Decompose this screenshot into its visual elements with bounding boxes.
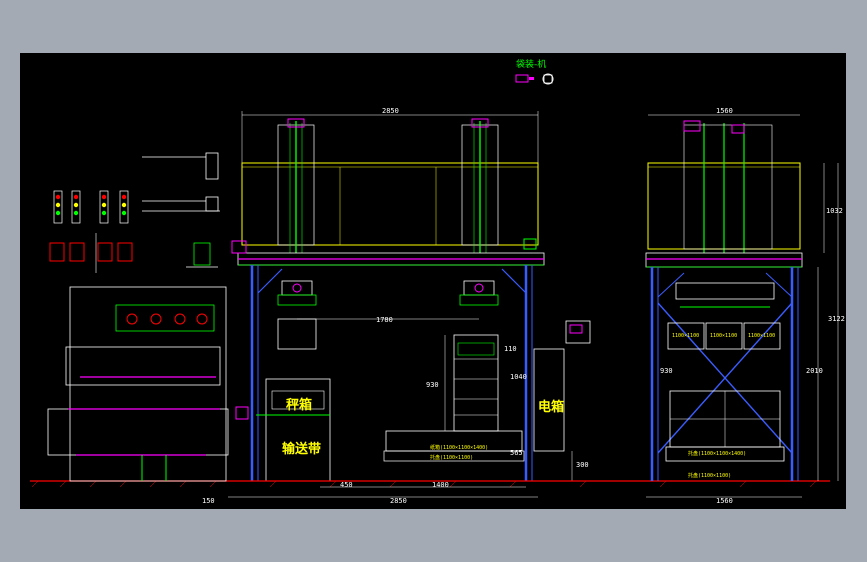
left-detail (47, 152, 229, 482)
legend-symbol-a (515, 74, 529, 83)
box-stack (453, 334, 499, 432)
plan-wheel-1 (126, 313, 138, 325)
side-box-a-label: 1100×1100 (672, 333, 699, 339)
dim-bottom-total-text: 2850 (390, 497, 407, 505)
cad-drawing: 袋装-机 2850 1780 纸箱(1100×1100×1400) 托盘(110… (30, 58, 845, 505)
side-dim-right-c-text: 2010 (806, 367, 823, 375)
beam-motor-left (231, 240, 247, 254)
upper-frame (241, 162, 539, 246)
control-panel-screen (569, 324, 583, 334)
side-dim-right-a-text: 1032 (826, 207, 843, 215)
plan-bottom-module (47, 408, 229, 456)
legend-symbol-a-tab (529, 77, 534, 80)
plan-wheel-2 (150, 313, 162, 325)
dim-bottom-a-text: 450 (340, 481, 353, 489)
gripper-right (459, 280, 499, 306)
dim-left-offset-text: 150 (202, 497, 215, 505)
side-box-b-label: 1100×1100 (710, 333, 737, 339)
plan-middle-module (65, 346, 221, 386)
legend-symbol-b (542, 73, 554, 85)
pallet-label-a: 纸箱(1100×1100×1400) (430, 444, 488, 451)
legend-symbol-b-frame (543, 74, 553, 84)
dim-v-e-text: 300 (576, 461, 589, 469)
signal-lights (49, 190, 133, 262)
front-view: 2850 1780 纸箱(1100×1100×1400) 托盘(1100×110… (30, 107, 830, 505)
dim-bottom-b-text: 1400 (432, 481, 449, 489)
side-view: 1560 1100×1100 1100×1100 1100×1100 托盘(11… (645, 107, 845, 505)
legend: 袋装-机 (515, 58, 554, 85)
lift-column-right (461, 118, 499, 253)
lift-column-left (277, 118, 315, 253)
side-base-label: 托盘(1100×1100) (688, 472, 731, 479)
pallet-label-b: 托盘(1100×1100) (430, 454, 473, 461)
dim-v-c-text: 930 (426, 381, 439, 389)
side-dim-bottom-text: 1560 (716, 497, 733, 505)
plan-top-module (115, 304, 215, 332)
side-dim-top-text: 1560 (716, 107, 733, 115)
conveyor-motor (235, 406, 249, 420)
electric-cabinet-label: 电箱 (538, 399, 564, 415)
conveyor-label-b: 秤箱 (286, 397, 312, 413)
side-dim-left-text: 930 (660, 367, 673, 375)
bracket-top-box (205, 152, 219, 180)
conveyor-label-a: 输送带 (282, 441, 321, 457)
dim-v-a-text: 110 (504, 345, 517, 353)
dim-mid-text: 1780 (376, 316, 393, 324)
dim-top-text: 2850 (382, 107, 399, 115)
beam-motor-right (523, 238, 537, 250)
side-box-c-label: 1100×1100 (748, 333, 775, 339)
gripper-left (277, 280, 317, 350)
dim-v-b-text: 1040 (510, 373, 527, 381)
conveyor-frame (265, 378, 331, 482)
ground-hatch (31, 480, 817, 488)
bracket-mid-box (205, 196, 219, 212)
box-stack-tag (457, 342, 495, 356)
side-dim-right-b-text: 3122 (828, 315, 845, 323)
plan-wheel-3 (174, 313, 186, 325)
legend-title: 袋装-机 (516, 58, 546, 70)
side-pallet-label: 托盘(1100×1100×1400) (688, 450, 746, 457)
plan-wheel-4 (196, 313, 208, 325)
cad-viewport[interactable]: 袋装-机 2850 1780 纸箱(1100×1100×1400) 托盘(110… (20, 53, 846, 509)
small-unit (193, 242, 211, 266)
dim-v-d-text: 565 (510, 449, 523, 457)
side-lift-columns (683, 120, 773, 253)
plan-outline (69, 286, 227, 482)
side-gripper (675, 282, 775, 300)
side-main-beam (645, 252, 803, 268)
